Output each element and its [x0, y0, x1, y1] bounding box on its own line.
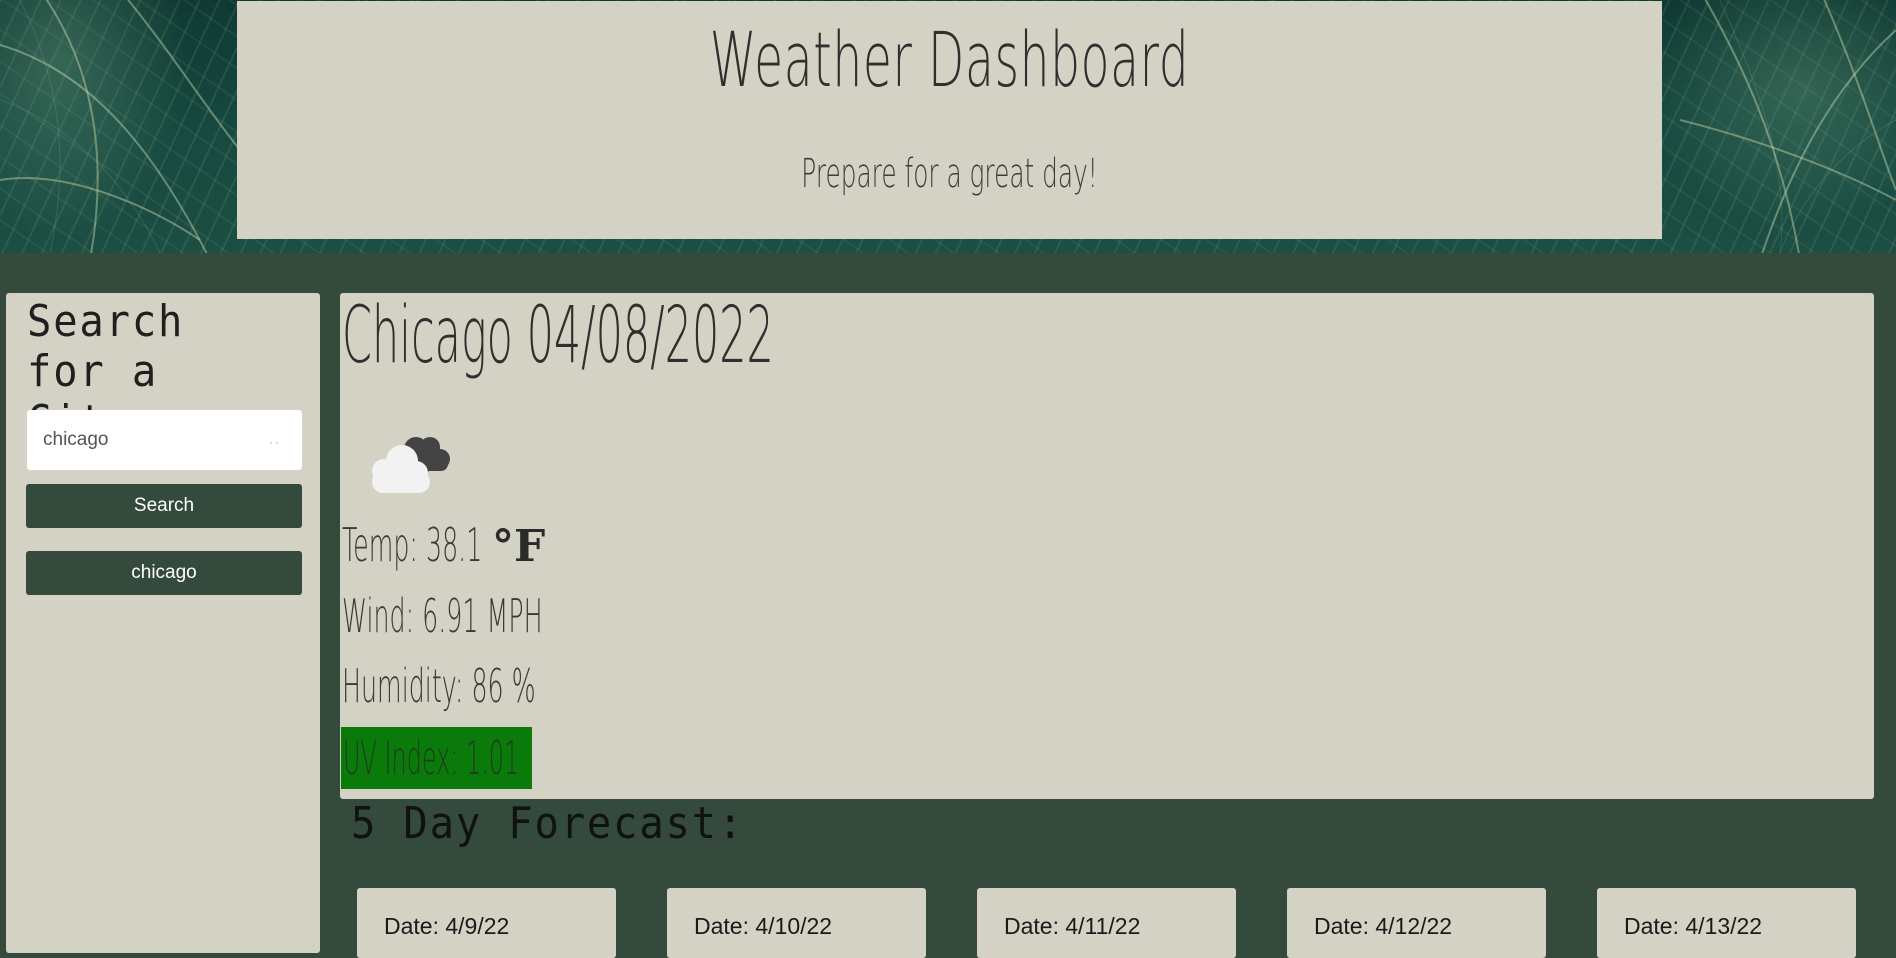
fahrenheit-unit: °F — [492, 521, 546, 572]
uv-index-badge: UV Index: 1.01 — [341, 727, 532, 789]
city-search-input[interactable] — [27, 410, 302, 470]
forecast-card: Date: 4/9/22 — [357, 888, 616, 958]
forecast-card: Date: 4/10/22 — [667, 888, 926, 958]
input-autofill-icon: ·· — [269, 435, 281, 449]
forecast-card: Date: 4/12/22 — [1287, 888, 1546, 958]
temperature-row: Temp: 38.1 °F — [342, 518, 545, 578]
city-date-heading: Chicago 04/08/2022 — [342, 291, 774, 381]
search-button[interactable]: Search — [26, 484, 302, 528]
forecast-date: Date: 4/9/22 — [384, 913, 510, 939]
header-banner: Weather Dashboard Prepare for a great da… — [0, 0, 1896, 253]
page-subtitle: Prepare for a great day! — [801, 151, 1098, 197]
history-city-button[interactable]: chicago — [26, 551, 302, 595]
forecast-heading: 5 Day Forecast: — [351, 798, 745, 849]
forecast-card: Date: 4/11/22 — [977, 888, 1236, 958]
cloudy-icon — [372, 437, 450, 493]
search-sidebar: Search for a City: ·· Search chicago — [6, 293, 320, 953]
forecast-date: Date: 4/12/22 — [1314, 913, 1453, 939]
current-weather-card: Chicago 04/08/2022 Temp: 38.1 °F Wind: 6.… — [340, 291, 1874, 799]
humidity-value: Humidity: 86 % — [342, 659, 536, 713]
forecast-date: Date: 4/11/22 — [1004, 913, 1141, 939]
uv-index-value: UV Index: 1.01 — [343, 731, 520, 785]
page-title: Weather Dashboard — [709, 15, 1190, 104]
forecast-card: Date: 4/13/22 — [1597, 888, 1856, 958]
forecast-date: Date: 4/10/22 — [694, 913, 833, 939]
header-card: Weather Dashboard Prepare for a great da… — [237, 1, 1662, 239]
wind-value: Wind: 6.91 MPH — [342, 589, 543, 643]
forecast-date: Date: 4/13/22 — [1624, 913, 1763, 939]
temperature-value: Temp: 38.1 — [342, 518, 483, 572]
